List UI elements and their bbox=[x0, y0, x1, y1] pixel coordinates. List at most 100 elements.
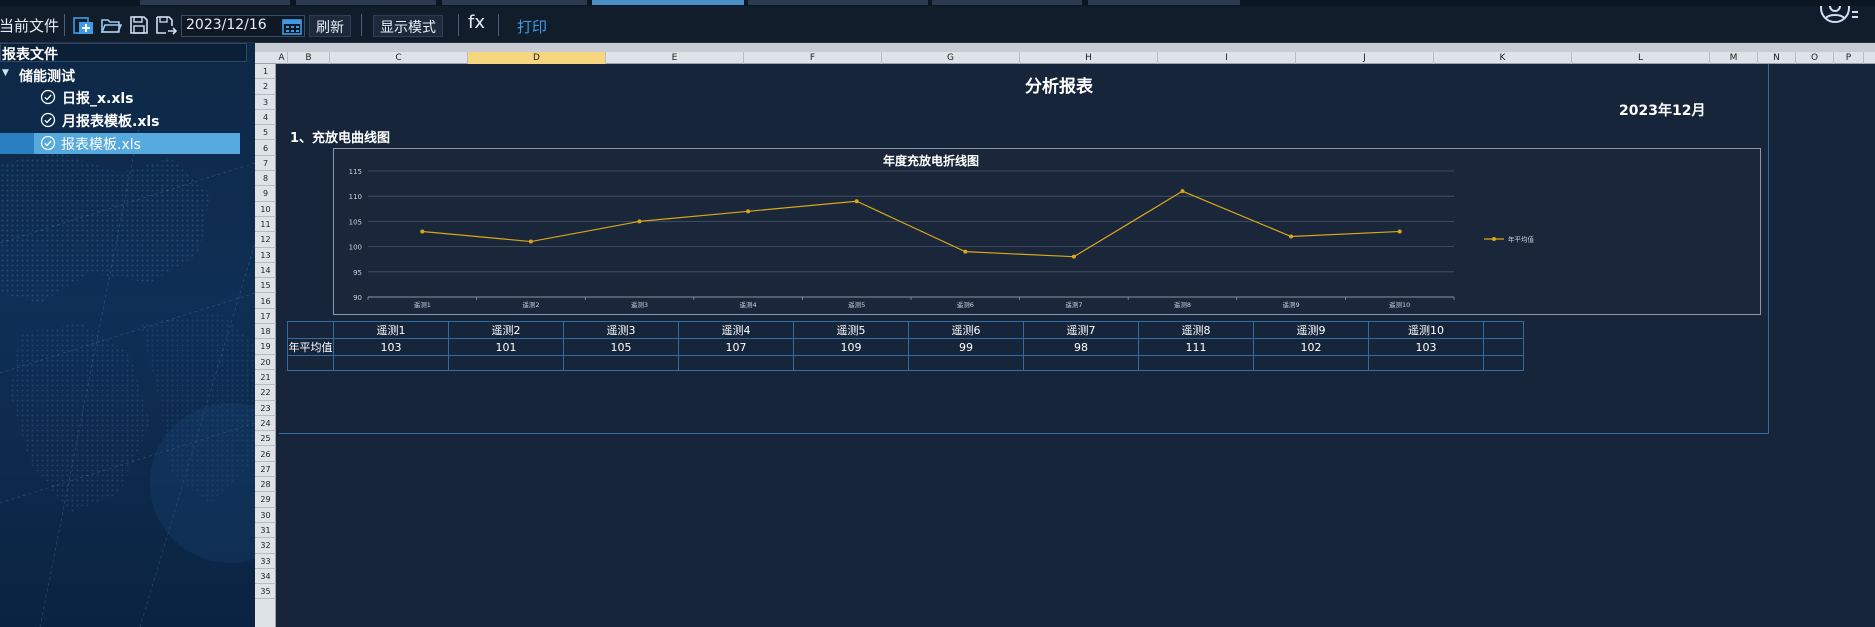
table-cell[interactable] bbox=[287, 355, 334, 371]
save-icon[interactable] bbox=[128, 14, 150, 36]
table-cell[interactable] bbox=[678, 355, 794, 371]
table-cell[interactable]: 99 bbox=[908, 338, 1024, 356]
table-cell[interactable] bbox=[793, 355, 909, 371]
table-cell[interactable] bbox=[1138, 355, 1254, 371]
print-button[interactable]: 打印 bbox=[517, 16, 547, 37]
row-header-cell[interactable]: 32 bbox=[255, 538, 276, 554]
caret-down-icon[interactable]: ▼ bbox=[2, 68, 9, 78]
column-header-cell[interactable]: G bbox=[882, 52, 1020, 64]
window-tab[interactable] bbox=[932, 0, 1082, 5]
column-header-cell[interactable]: B bbox=[288, 52, 330, 64]
tree-file-item-selected[interactable]: 报表模板.xls bbox=[34, 133, 240, 154]
row-header-cell[interactable]: 21 bbox=[255, 370, 276, 386]
calendar-icon[interactable] bbox=[282, 17, 302, 35]
row-header-cell[interactable]: 10 bbox=[255, 202, 276, 217]
tree-file-item[interactable]: 日报_x.xls bbox=[0, 87, 247, 108]
add-file-icon[interactable] bbox=[72, 14, 94, 36]
window-tab-active[interactable] bbox=[592, 0, 744, 5]
row-header-cell[interactable]: 28 bbox=[255, 477, 276, 493]
row-header-cell[interactable]: 26 bbox=[255, 447, 276, 462]
table-cell[interactable] bbox=[1253, 355, 1369, 371]
column-header-cell[interactable]: E bbox=[606, 52, 744, 64]
table-cell[interactable]: 遥测2 bbox=[448, 321, 564, 339]
display-mode-button[interactable]: 显示模式 bbox=[373, 15, 443, 37]
table-cell[interactable]: 遥测3 bbox=[563, 321, 679, 339]
spreadsheet[interactable]: ABCDEFGHIJKLMNOP 1 2 3 4 5 6 7 8 9 10 11 12 13 14 15 16… bbox=[255, 43, 1875, 627]
table-cell[interactable]: 遥测5 bbox=[793, 321, 909, 339]
row-header-cell[interactable]: 18 bbox=[255, 324, 276, 340]
window-tab[interactable] bbox=[140, 0, 290, 5]
column-header-cell[interactable]: F bbox=[744, 52, 882, 64]
table-cell[interactable] bbox=[1368, 355, 1484, 371]
column-header-cell[interactable]: A bbox=[276, 52, 288, 64]
table-cell[interactable]: 遥测6 bbox=[908, 321, 1024, 339]
row-header-cell[interactable]: 6 bbox=[255, 141, 276, 156]
table-cell[interactable] bbox=[908, 355, 1024, 371]
row-header-cell[interactable]: 2 bbox=[255, 79, 276, 95]
row-header-cell[interactable]: 20 bbox=[255, 355, 276, 370]
table-cell[interactable]: 遥测8 bbox=[1138, 321, 1254, 339]
row-header-cell[interactable]: 5 bbox=[255, 125, 276, 141]
tree-folder-storage-test[interactable]: ▼ 储能测试 bbox=[0, 65, 247, 86]
column-header-cell[interactable]: I bbox=[1158, 52, 1296, 64]
open-folder-icon[interactable] bbox=[100, 14, 122, 36]
table-cell[interactable] bbox=[1483, 355, 1524, 371]
row-header-cell[interactable]: 33 bbox=[255, 554, 276, 569]
row-header-cell[interactable]: 35 bbox=[255, 584, 276, 600]
table-cell[interactable]: 111 bbox=[1138, 338, 1254, 356]
row-header-cell[interactable]: 29 bbox=[255, 492, 276, 508]
table-cell[interactable]: 105 bbox=[563, 338, 679, 356]
table-cell[interactable]: 年平均值 bbox=[287, 338, 334, 356]
table-cell[interactable] bbox=[1483, 338, 1524, 356]
row-header-cell[interactable]: 13 bbox=[255, 248, 276, 263]
table-cell[interactable]: 98 bbox=[1023, 338, 1139, 356]
table-cell[interactable]: 遥测10 bbox=[1368, 321, 1484, 339]
table-cell[interactable]: 103 bbox=[333, 338, 449, 356]
row-header-cell[interactable]: 31 bbox=[255, 523, 276, 539]
table-cell[interactable] bbox=[1023, 355, 1139, 371]
row-header-cell[interactable]: 3 bbox=[255, 95, 276, 110]
row-header-cell[interactable]: 7 bbox=[255, 156, 276, 172]
table-cell[interactable]: 102 bbox=[1253, 338, 1369, 356]
column-header-cell[interactable]: D bbox=[468, 52, 606, 64]
window-tab[interactable] bbox=[442, 0, 587, 5]
window-tab[interactable] bbox=[296, 0, 436, 5]
table-cell[interactable] bbox=[1483, 321, 1524, 339]
column-header-cell[interactable]: P bbox=[1834, 52, 1864, 64]
row-header-cell[interactable]: 23 bbox=[255, 401, 276, 416]
table-cell[interactable]: 遥测1 bbox=[333, 321, 449, 339]
table-cell[interactable]: 遥测7 bbox=[1023, 321, 1139, 339]
row-header-cell[interactable]: 34 bbox=[255, 569, 276, 585]
row-header-cell[interactable]: 11 bbox=[255, 217, 276, 233]
table-cell[interactable] bbox=[563, 355, 679, 371]
table-cell[interactable]: 103 bbox=[1368, 338, 1484, 356]
row-header-cell[interactable]: 16 bbox=[255, 294, 276, 309]
window-tab[interactable] bbox=[1088, 0, 1240, 5]
table-cell[interactable]: 107 bbox=[678, 338, 794, 356]
column-header-cell[interactable]: N bbox=[1758, 52, 1796, 64]
column-header-cell[interactable]: L bbox=[1572, 52, 1710, 64]
column-header-cell[interactable]: K bbox=[1434, 52, 1572, 64]
row-header-cell[interactable]: 9 bbox=[255, 186, 276, 202]
table-cell[interactable] bbox=[448, 355, 564, 371]
row-header-cell[interactable]: 17 bbox=[255, 309, 276, 325]
row-header-cell[interactable]: 8 bbox=[255, 171, 276, 187]
row-header-cell[interactable]: 24 bbox=[255, 416, 276, 432]
row-header-cell[interactable]: 27 bbox=[255, 462, 276, 478]
table-cell[interactable]: 109 bbox=[793, 338, 909, 356]
table-cell[interactable] bbox=[287, 321, 334, 339]
window-tab[interactable] bbox=[748, 0, 928, 5]
column-header-cell[interactable]: C bbox=[330, 52, 468, 64]
column-header-cell[interactable]: M bbox=[1710, 52, 1758, 64]
save-as-icon[interactable] bbox=[155, 14, 177, 36]
row-header-cell[interactable]: 19 bbox=[255, 339, 276, 355]
row-header-cell[interactable]: 12 bbox=[255, 232, 276, 248]
row-header-cell[interactable]: 1 bbox=[255, 64, 276, 80]
fx-button[interactable]: fx bbox=[468, 12, 485, 33]
row-header-cell[interactable]: 25 bbox=[255, 431, 276, 447]
row-header-cell[interactable]: 15 bbox=[255, 278, 276, 294]
column-header-cell[interactable]: H bbox=[1020, 52, 1158, 64]
row-header-cell[interactable]: 14 bbox=[255, 263, 276, 279]
user-icon[interactable] bbox=[1818, 6, 1858, 24]
row-header-cell[interactable]: 30 bbox=[255, 508, 276, 523]
